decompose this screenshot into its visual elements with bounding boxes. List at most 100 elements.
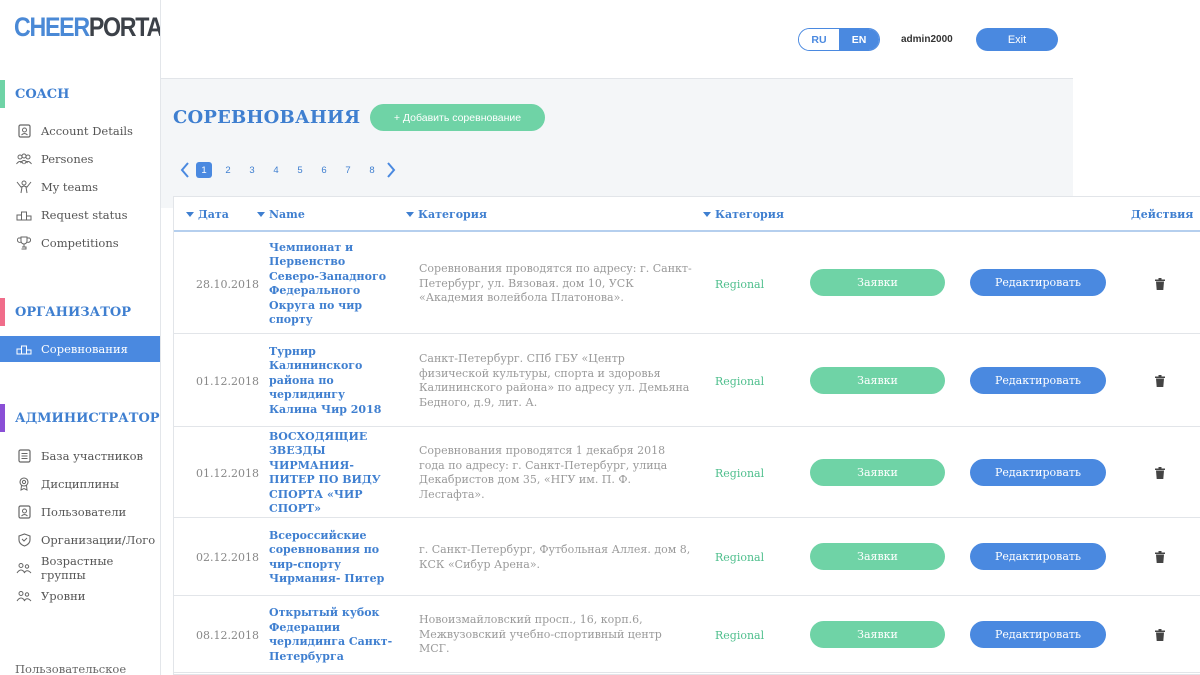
row-name[interactable]: Всероссийские соревнования по чир-спорту…	[269, 519, 397, 596]
page-8[interactable]: 8	[364, 162, 380, 178]
row-date: 01.12.2018	[196, 374, 259, 388]
edit-button[interactable]: Редактировать	[970, 543, 1106, 570]
row-address: Санкт-Петербург. СПб ГБУ «Центр физическ…	[419, 335, 694, 427]
edit-button[interactable]: Редактировать	[970, 367, 1106, 394]
page-title: СОРЕВНОВАНИЯ	[173, 107, 361, 128]
sidebar-item-competitions[interactable]: Competitions	[0, 230, 160, 256]
col-actions-header: Действия	[1131, 208, 1193, 221]
sidebar-item-disciplines[interactable]: Дисциплины	[0, 471, 160, 497]
lang-en-button[interactable]: EN	[839, 29, 879, 50]
logo-part2: PORTAL	[88, 12, 161, 42]
people-icon	[16, 151, 32, 167]
row-name[interactable]: Чемпионат и Первенство Северо-Западного …	[269, 234, 397, 334]
sidebar-item-label: База участников	[41, 449, 144, 463]
sidebar-item-request-status[interactable]: Request status	[0, 202, 160, 228]
sidebar-item-competitions-org[interactable]: Соревнования	[0, 336, 160, 362]
sidebar-item-label: Persones	[41, 152, 94, 166]
people-icon	[16, 560, 32, 576]
edit-button[interactable]: Редактировать	[970, 269, 1106, 296]
list-icon	[16, 448, 32, 464]
requests-button[interactable]: Заявки	[810, 621, 945, 648]
section-coach-title: COACH	[15, 87, 70, 102]
row-address-text: Соревнования проводятся 1 декабря 2018 г…	[419, 444, 668, 501]
logo[interactable]: CHEERPORTAL	[14, 12, 161, 43]
row-address: Соревнования проводятся 1 декабря 2018 г…	[419, 428, 694, 518]
row-name[interactable]: Турнир Калининского района по черлидингу…	[269, 335, 397, 427]
col-date-label: Дата	[198, 208, 229, 221]
requests-button[interactable]: Заявки	[810, 543, 945, 570]
col-category2-label: Категория	[715, 208, 785, 221]
table-row: 01.12.2018 Турнир Калининского района по…	[174, 335, 1200, 427]
sidebar-item-users[interactable]: Пользователи	[0, 499, 160, 525]
row-name[interactable]: Открытый кубок Федерации черлидинга Санк…	[269, 597, 397, 673]
row-name-text[interactable]: Всероссийские соревнования по чир-спорту…	[269, 529, 397, 587]
row-date: 28.10.2018	[196, 277, 259, 291]
sort-caret-icon	[703, 212, 711, 217]
col-category-label: Категория	[418, 208, 488, 221]
sidebar-footer-text[interactable]: Пользовательское	[15, 662, 126, 675]
row-category: Regional	[715, 466, 765, 480]
requests-button[interactable]: Заявки	[810, 269, 945, 296]
trash-icon[interactable]	[1153, 277, 1167, 291]
page-3[interactable]: 3	[244, 162, 260, 178]
page-7[interactable]: 7	[340, 162, 356, 178]
row-name-text[interactable]: Чемпионат и Первенство Северо-Западного …	[269, 241, 397, 328]
sidebar-item-account-details[interactable]: Account Details	[0, 118, 160, 144]
prev-page-arrow[interactable]	[178, 160, 192, 180]
row-name[interactable]: ВОСХОДЯЩИЕ ЗВЕЗДЫ ЧИРМАНИЯ-ПИТЕР ПО ВИДУ…	[269, 428, 397, 518]
sidebar-item-label: Account Details	[41, 124, 133, 138]
edit-button[interactable]: Редактировать	[970, 459, 1106, 486]
trash-icon[interactable]	[1153, 550, 1167, 564]
row-category: Regional	[715, 628, 765, 642]
sidebar-item-label: My teams	[41, 180, 99, 194]
sidebar-item-my-teams[interactable]: My teams	[0, 174, 160, 200]
page-5[interactable]: 5	[292, 162, 308, 178]
col-date-header[interactable]: Дата	[186, 208, 229, 221]
sidebar-item-age-groups[interactable]: Возрастные группы	[0, 554, 160, 582]
sidebar-item-participants-db[interactable]: База участников	[0, 443, 160, 469]
language-switch: RU EN	[798, 28, 880, 51]
lang-ru-button[interactable]: RU	[799, 29, 839, 50]
exit-button[interactable]: Exit	[976, 28, 1058, 51]
section-admin: АДМИНИСТРАТОР	[0, 404, 160, 432]
trophy-icon	[16, 235, 32, 251]
col-category-header[interactable]: Категория	[406, 208, 487, 221]
sidebar-item-label: Request status	[41, 208, 128, 222]
trash-icon[interactable]	[1153, 628, 1167, 642]
page-1[interactable]: 1	[196, 162, 212, 178]
col-name-label: Name	[269, 208, 305, 221]
section-coach-bar	[0, 80, 5, 108]
sidebar-item-levels[interactable]: Уровни	[0, 583, 160, 609]
sidebar-item-label: Соревнования	[41, 342, 128, 356]
requests-button[interactable]: Заявки	[810, 459, 945, 486]
edit-button[interactable]: Редактировать	[970, 621, 1106, 648]
col-category2-header[interactable]: Категория	[703, 208, 784, 221]
section-coach: COACH	[0, 80, 160, 108]
section-organizer: ОРГАНИЗАТОР	[0, 298, 160, 326]
sidebar-item-label: Возрастные группы	[41, 554, 114, 582]
row-name-text[interactable]: Турнир Калининского района по черлидингу…	[269, 345, 397, 418]
page-4[interactable]: 4	[268, 162, 284, 178]
table-row: 02.12.2018 Всероссийские соревнования по…	[174, 519, 1200, 596]
next-page-arrow[interactable]	[384, 160, 398, 180]
row-name-text[interactable]: Открытый кубок Федерации черлидинга Санк…	[269, 606, 397, 664]
team-icon	[16, 179, 32, 195]
sidebar-item-persones[interactable]: Persones	[0, 146, 160, 172]
sidebar-item-label: Competitions	[41, 236, 119, 250]
badge-icon	[16, 504, 32, 520]
sidebar-item-label: Уровни	[41, 589, 86, 603]
page-2[interactable]: 2	[220, 162, 236, 178]
table-row: 28.10.2018 Чемпионат и Первенство Северо…	[174, 234, 1200, 334]
page-6[interactable]: 6	[316, 162, 332, 178]
trash-icon[interactable]	[1153, 466, 1167, 480]
sidebar-item-organizations[interactable]: Организации/Лого	[0, 527, 160, 553]
row-name-text[interactable]: ВОСХОДЯЩИЕ ЗВЕЗДЫ ЧИРМАНИЯ-ПИТЕР ПО ВИДУ…	[269, 430, 397, 517]
sort-caret-icon	[257, 212, 265, 217]
add-competition-button[interactable]: + Добавить соревнование	[370, 104, 545, 131]
col-name-header[interactable]: Name	[257, 208, 305, 221]
row-address-text: Соревнования проводятся по адресу: г. Са…	[419, 262, 692, 305]
sidebar-item-label: Организации/Лого	[41, 533, 156, 547]
trash-icon[interactable]	[1153, 374, 1167, 388]
requests-button[interactable]: Заявки	[810, 367, 945, 394]
row-date: 08.12.2018	[196, 628, 259, 642]
